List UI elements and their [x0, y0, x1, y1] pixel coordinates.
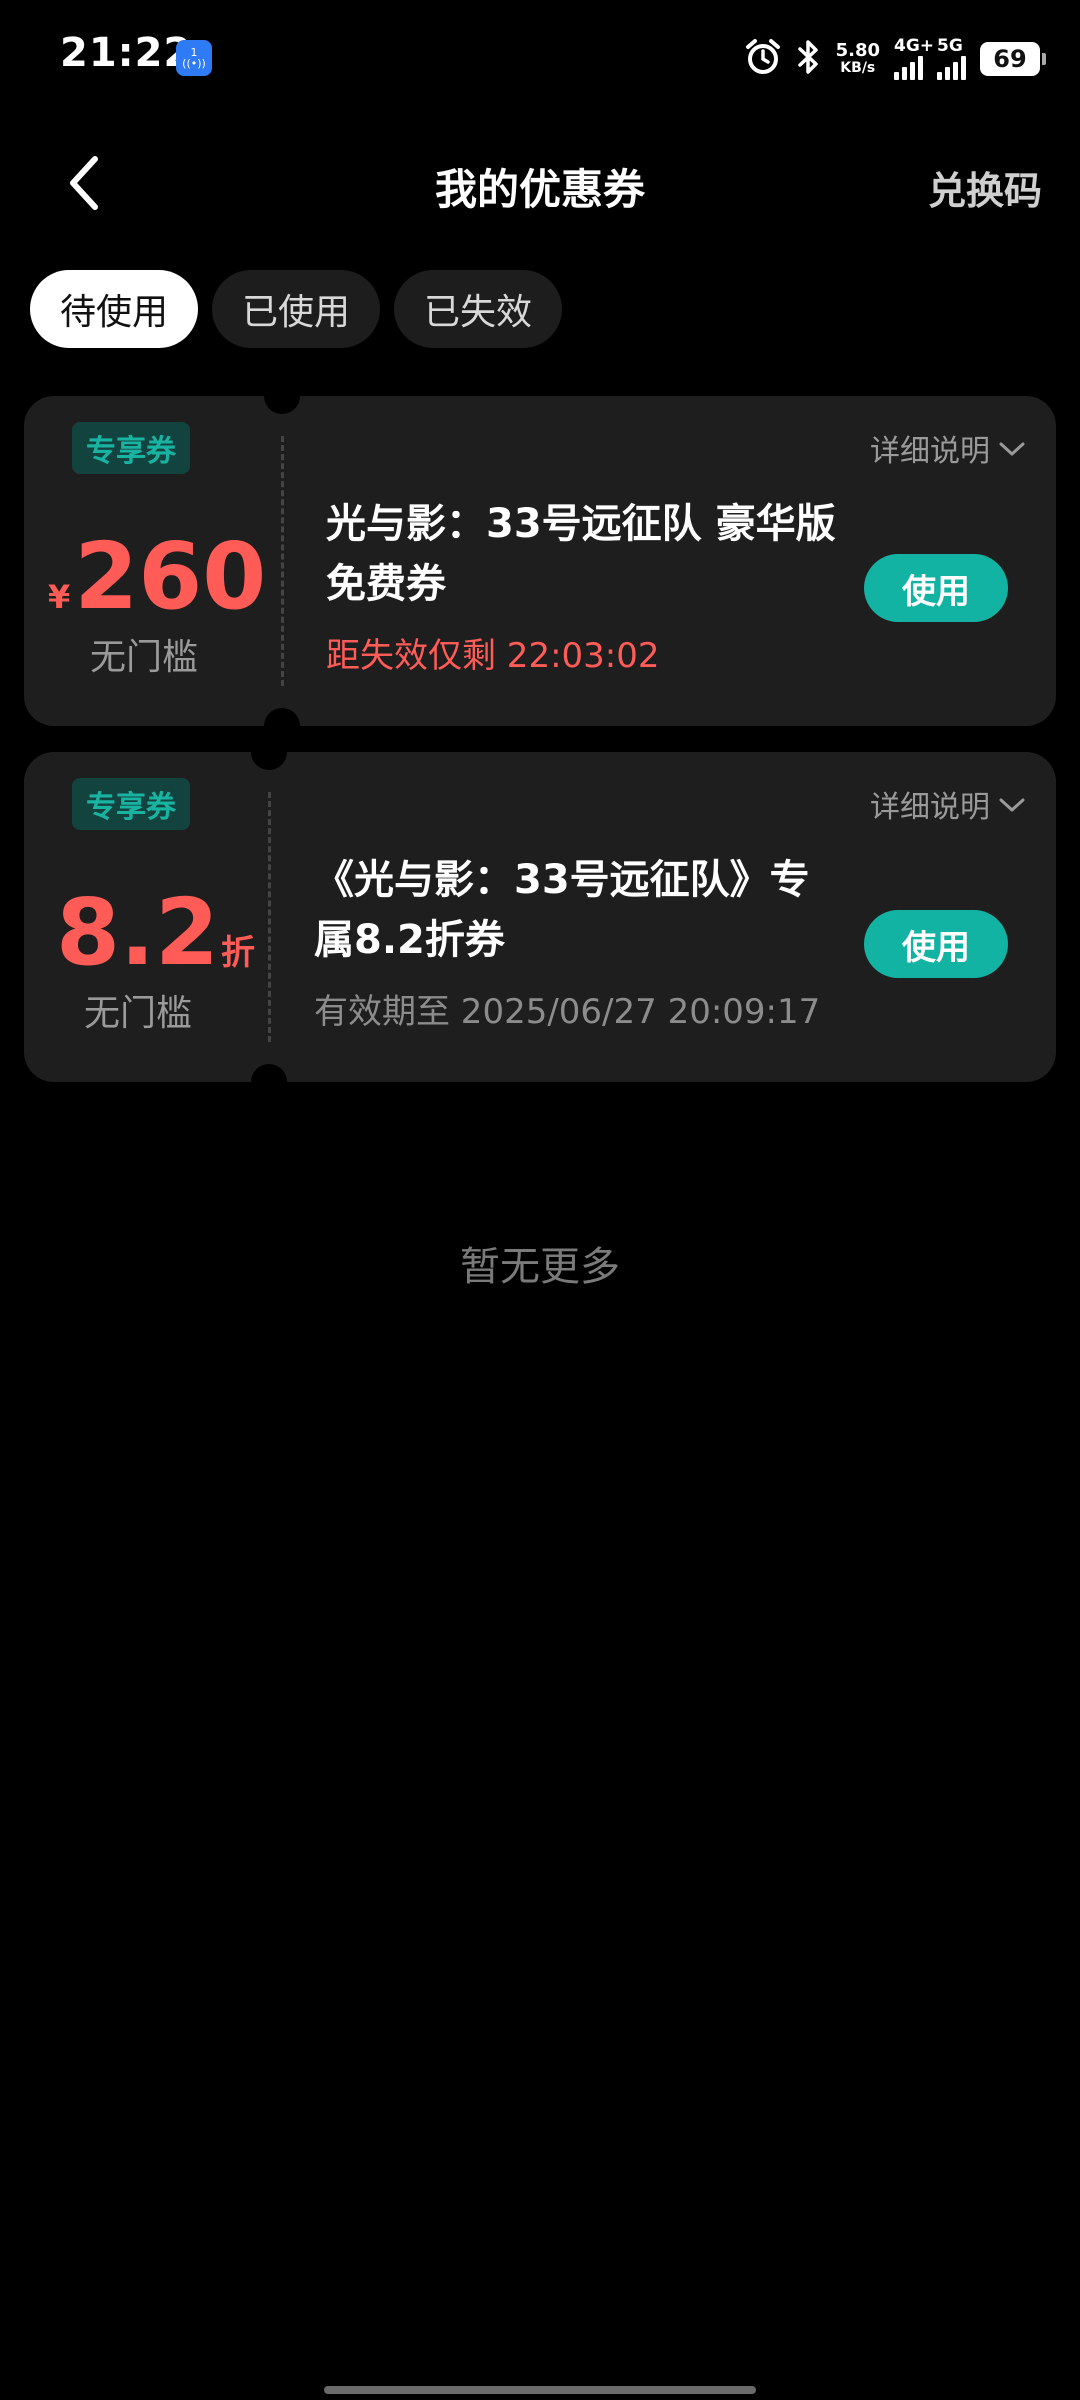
- coupon-card: 专享券 详细说明 ¥ 260 无门槛 光与影：33号远征队 豪华版免费券 距失效…: [24, 396, 1056, 726]
- chevron-down-icon: [998, 431, 1026, 466]
- ticket-notch: [264, 396, 300, 414]
- network-speed: 5.80 KB/s: [835, 40, 880, 77]
- status-bar: 21:22 1 ((•)) 5.80 KB/s 4G+ 5G 69: [0, 0, 1080, 120]
- ticket-divider: [268, 792, 271, 1042]
- status-tabs: 待使用 已使用 已失效: [30, 270, 563, 348]
- currency-symbol: ¥: [48, 578, 71, 616]
- coupon-discount: 8.2: [56, 879, 219, 986]
- coupon-value: 8.2 折: [56, 887, 255, 979]
- ticket-notch: [264, 708, 300, 726]
- coupon-threshold: 无门槛: [90, 637, 199, 678]
- detail-toggle[interactable]: 详细说明: [870, 426, 1026, 470]
- redeem-code-button[interactable]: 兑换码: [928, 160, 1042, 215]
- coupon-value: ¥ 260: [48, 531, 266, 623]
- page-title: 我的优惠券: [434, 165, 645, 214]
- use-coupon-button[interactable]: 使用: [864, 910, 1008, 978]
- chevron-down-icon: [998, 787, 1026, 822]
- coupon-validity: 有效期至 2025/06/27 20:09:17: [314, 992, 821, 1032]
- coupon-countdown: 距失效仅剩 22:03:02: [326, 636, 660, 676]
- bluetooth-icon: [796, 38, 822, 80]
- coupon-title: 光与影：33号远征队 豪华版免费券: [326, 501, 836, 607]
- ticket-divider: [281, 436, 284, 686]
- ticket-notch: [251, 1064, 287, 1082]
- no-more-text: 暂无更多: [460, 1244, 620, 1290]
- alarm-icon: [744, 38, 782, 80]
- sim1-signal: 4G+: [894, 38, 934, 80]
- coupon-title: 《光与影：33号远征队》专属8.2折券: [314, 857, 810, 963]
- status-time: 21:22: [60, 30, 193, 76]
- discount-suffix: 折: [220, 933, 255, 973]
- home-indicator[interactable]: [324, 2386, 756, 2394]
- coupon-threshold: 无门槛: [84, 993, 193, 1034]
- detail-label: 详细说明: [870, 434, 990, 469]
- sim2-signal: 5G: [937, 38, 966, 80]
- battery-indicator: 69: [980, 42, 1046, 76]
- tab-expired[interactable]: 已失效: [394, 270, 563, 348]
- nav-bar: 我的优惠券 兑换码: [0, 130, 1080, 240]
- detail-toggle[interactable]: 详细说明: [870, 782, 1026, 826]
- status-icons: 5.80 KB/s 4G+ 5G 69: [744, 34, 1046, 84]
- coupon-amount: 260: [74, 523, 267, 630]
- tab-unused[interactable]: 待使用: [30, 270, 199, 348]
- ticket-notch: [251, 752, 287, 770]
- tab-used[interactable]: 已使用: [212, 270, 381, 348]
- exclusive-badge: 专享券: [72, 422, 190, 474]
- exclusive-badge: 专享券: [72, 778, 190, 830]
- coupon-card: 专享券 详细说明 8.2 折 无门槛 《光与影：33号远征队》专属8.2折券 有…: [24, 752, 1056, 1082]
- hotspot-app-icon: 1 ((•)): [176, 40, 212, 76]
- detail-label: 详细说明: [870, 790, 990, 825]
- use-coupon-button[interactable]: 使用: [864, 554, 1008, 622]
